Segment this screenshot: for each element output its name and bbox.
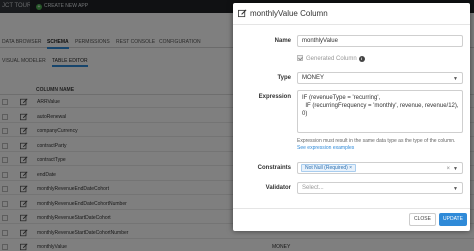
name-input[interactable]: monthlyValue	[297, 35, 463, 47]
expression-textarea[interactable]: IF (revenueType = 'recurring', IF (recur…	[297, 90, 463, 133]
expression-label: Expression	[258, 94, 291, 100]
expression-line: IF (recurringFrequency = 'monthly', reve…	[302, 103, 459, 109]
name-label: Name	[274, 38, 291, 44]
expression-line: 0)	[302, 111, 308, 117]
info-icon[interactable]: i	[358, 56, 365, 62]
type-select[interactable]: MONEY ▼	[297, 72, 463, 84]
chevron-down-icon: ▼	[453, 76, 458, 82]
constraints-label: Constraints	[257, 165, 291, 171]
dialog-title: monthlyValue Column	[250, 9, 328, 18]
dialog-header: monthlyValue Column	[233, 3, 470, 25]
type-value: MONEY	[302, 75, 325, 81]
generated-column-label: Generated Column	[306, 56, 357, 62]
constraint-tag-label: Not Null (Required)	[305, 165, 348, 171]
type-label: Type	[277, 75, 291, 81]
close-button[interactable]: CLOSE	[409, 213, 436, 226]
constraint-tag-not-null[interactable]: Not Null (Required) ×	[301, 164, 357, 172]
edit-icon	[238, 9, 247, 18]
validator-placeholder: Select...	[302, 185, 324, 191]
update-button[interactable]: UPDATE	[439, 213, 467, 226]
validator-select[interactable]: Select... ▼	[297, 182, 463, 194]
checkbox-icon	[297, 55, 303, 61]
clear-icon[interactable]: ×	[446, 164, 450, 173]
expression-line: IF (revenueType = 'recurring',	[302, 95, 381, 101]
validator-label: Validator	[265, 185, 291, 191]
dialog-footer: CLOSE UPDATE	[233, 208, 470, 231]
chevron-down-icon: ▼	[453, 166, 458, 172]
chevron-down-icon: ▼	[453, 186, 458, 192]
generated-column-checkbox[interactable]: Generated Column i	[297, 55, 365, 62]
expression-hint: Expression must result in the same data …	[297, 138, 456, 144]
edit-column-dialog: monthlyValue Column Name monthlyValue Ge…	[233, 3, 470, 231]
expression-examples-link[interactable]: See expression examples	[297, 145, 354, 151]
constraints-select[interactable]: Not Null (Required) × × ▼	[297, 162, 463, 174]
